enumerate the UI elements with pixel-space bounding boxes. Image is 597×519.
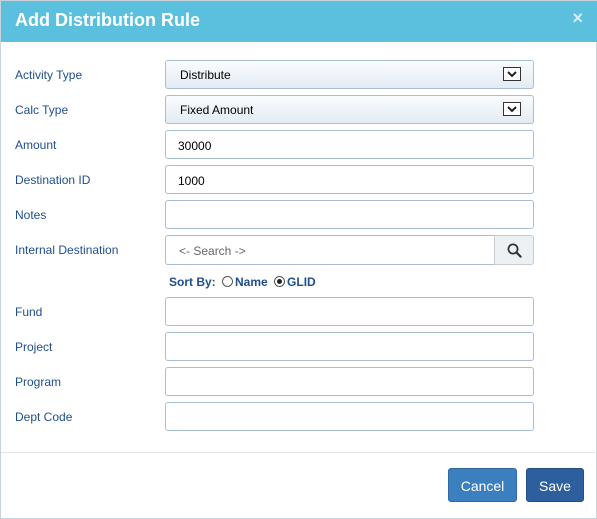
- program-input[interactable]: [165, 367, 534, 396]
- activity-type-select[interactable]: Distribute: [165, 60, 534, 89]
- destination-id-input[interactable]: 1000: [165, 165, 534, 194]
- notes-label: Notes: [15, 208, 47, 222]
- sort-by-glid-radio[interactable]: [274, 276, 286, 287]
- save-button[interactable]: Save: [526, 468, 584, 502]
- amount-label: Amount: [15, 138, 57, 152]
- footer-divider: [1, 452, 597, 453]
- cancel-button[interactable]: Cancel: [448, 468, 517, 502]
- add-distribution-rule-dialog: Add Distribution Rule × Activity Type Di…: [0, 0, 597, 519]
- amount-input[interactable]: 30000: [165, 130, 534, 159]
- chevron-down-icon[interactable]: [503, 102, 521, 116]
- internal-destination-label: Internal Destination: [15, 243, 119, 257]
- internal-destination-placeholder: <- Search ->: [179, 244, 246, 258]
- calc-type-label: Calc Type: [15, 103, 69, 117]
- sort-by-name-radio[interactable]: [222, 276, 234, 287]
- dept-code-label: Dept Code: [15, 410, 73, 424]
- chevron-down-icon[interactable]: [503, 67, 521, 81]
- search-icon: [507, 243, 522, 258]
- fund-label: Fund: [15, 305, 43, 319]
- dialog-title: Add Distribution Rule: [15, 10, 200, 30]
- calc-type-select[interactable]: Fixed Amount: [165, 95, 534, 124]
- fund-input[interactable]: [165, 297, 534, 326]
- calc-type-value: Fixed Amount: [180, 103, 254, 117]
- sort-by-glid-label[interactable]: GLID: [287, 275, 316, 289]
- sort-by-group: Sort By: Name GLID: [169, 275, 316, 289]
- program-label: Program: [15, 375, 62, 389]
- dept-code-input[interactable]: [165, 402, 534, 431]
- destination-id-label: Destination ID: [15, 173, 91, 187]
- sort-by-name-label[interactable]: Name: [235, 275, 268, 289]
- activity-type-value: Distribute: [180, 68, 231, 82]
- internal-destination-input[interactable]: <- Search ->: [165, 235, 495, 265]
- close-icon[interactable]: ×: [572, 9, 583, 27]
- search-button[interactable]: [494, 235, 534, 265]
- project-input[interactable]: [165, 332, 534, 361]
- dialog-header: Add Distribution Rule ×: [1, 1, 597, 42]
- project-label: Project: [15, 340, 53, 354]
- activity-type-label: Activity Type: [15, 68, 83, 82]
- amount-value: 30000: [178, 139, 212, 153]
- notes-input[interactable]: [165, 200, 534, 229]
- destination-id-value: 1000: [178, 174, 205, 188]
- sort-by-label: Sort By:: [169, 275, 216, 289]
- internal-destination-search: <- Search ->: [165, 235, 534, 265]
